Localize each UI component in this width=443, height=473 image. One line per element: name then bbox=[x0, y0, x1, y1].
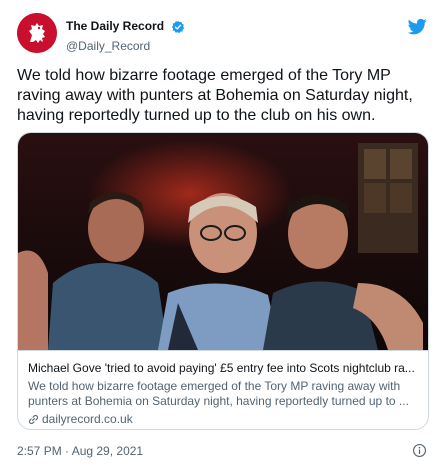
nightclub-photo bbox=[18, 133, 428, 350]
tweet-embed: The Daily Record @Daily_Record We told h… bbox=[0, 0, 443, 473]
info-icon[interactable] bbox=[412, 443, 427, 458]
tweet-timestamp[interactable]: 2:57 PM · Aug 29, 2021 bbox=[17, 443, 143, 459]
author-names: The Daily Record @Daily_Record bbox=[66, 18, 185, 54]
card-body: Michael Gove 'tried to avoid paying' £5 … bbox=[18, 350, 428, 429]
card-description-line: punters at Bohemia on Saturday night, ha… bbox=[28, 394, 409, 408]
twitter-bird-icon[interactable] bbox=[408, 17, 427, 36]
card-title[interactable]: Michael Gove 'tried to avoid paying' £5 … bbox=[28, 361, 418, 376]
avatar[interactable] bbox=[17, 13, 57, 53]
author-handle[interactable]: @Daily_Record bbox=[66, 38, 185, 54]
author-display-name[interactable]: The Daily Record bbox=[66, 19, 164, 34]
card-image[interactable] bbox=[18, 133, 428, 350]
card-domain[interactable]: dailyrecord.co.uk bbox=[28, 412, 418, 427]
lion-rampant-logo-icon bbox=[17, 13, 57, 53]
tweet-header: The Daily Record @Daily_Record bbox=[17, 13, 429, 57]
card-domain-label: dailyrecord.co.uk bbox=[42, 412, 133, 426]
verified-badge-icon bbox=[172, 20, 185, 33]
card-description-line: We told how bizarre footage emerged of t… bbox=[28, 379, 401, 393]
card-description: We told how bizarre footage emerged of t… bbox=[28, 379, 418, 409]
link-card[interactable]: Michael Gove 'tried to avoid paying' £5 … bbox=[17, 132, 429, 430]
link-icon bbox=[29, 415, 38, 424]
tweet-text: We told how bizarre footage emerged of t… bbox=[17, 67, 413, 124]
